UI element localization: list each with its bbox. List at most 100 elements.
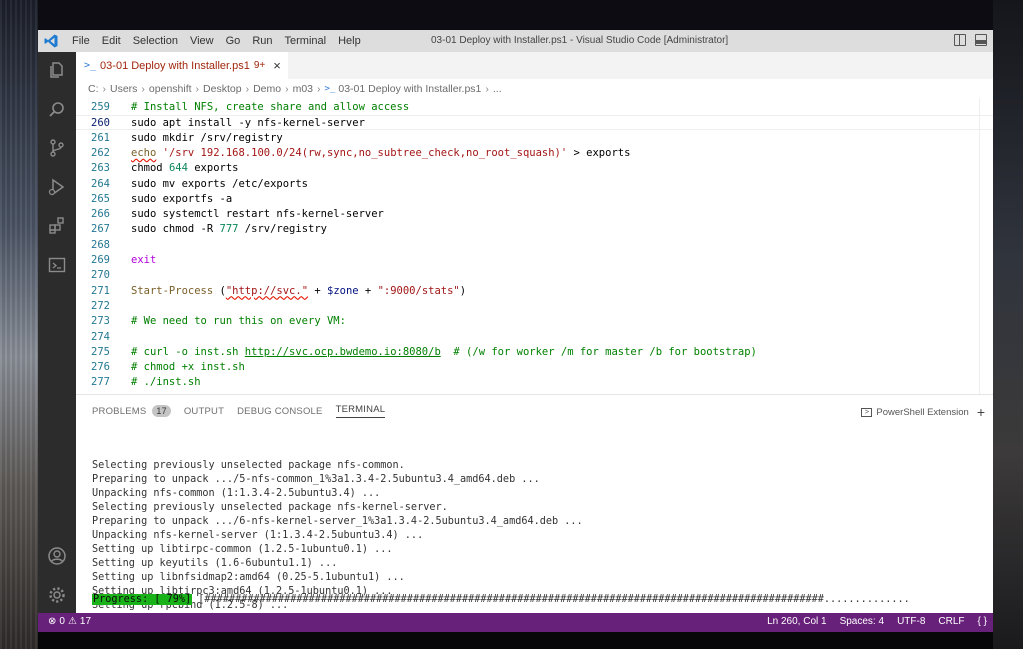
code-token: '/srv 192.168.100.0/24(rw,sync,no_subtre… <box>162 146 568 159</box>
menu-run[interactable]: Run <box>252 35 272 47</box>
line-number: 260 <box>91 117 110 130</box>
new-terminal-icon[interactable]: + <box>977 404 985 420</box>
tab-output[interactable]: OUTPUT <box>184 406 224 417</box>
progress-bar: [#######################################… <box>192 594 910 605</box>
code-line[interactable]: 268 <box>76 238 993 253</box>
code-line[interactable]: 267 sudo chmod -R 777 /srv/registry <box>76 222 993 237</box>
terminal-line: Selecting previously unselected package … <box>92 502 448 513</box>
breadcrumb-openshift[interactable]: openshift <box>149 83 192 95</box>
code-line[interactable]: 262 echo '/srv 192.168.100.0/24(rw,sync,n… <box>76 146 993 161</box>
toggle-panel-icon[interactable] <box>975 34 987 46</box>
code-token: http://svc.ocp.bwdemo.io:8080/b <box>244 345 441 358</box>
code-token: "http://svc." <box>225 284 309 297</box>
menu-terminal[interactable]: Terminal <box>285 35 327 47</box>
menu-edit[interactable]: Edit <box>102 35 121 47</box>
terminal-line: Selecting previously unselected package … <box>92 460 405 471</box>
line-ending[interactable]: CRLF <box>938 616 964 627</box>
code-text: # ./inst.sh <box>131 375 201 390</box>
code-token: /srv/registry <box>238 223 327 236</box>
code-token: exports <box>187 162 239 175</box>
status-right: Ln 260, Col 1 Spaces: 4 UTF-8 CRLF { } <box>767 616 987 627</box>
code-token: sudo exportfs -a <box>131 192 233 205</box>
code-line[interactable]: 269 exit <box>76 253 993 268</box>
indentation[interactable]: Spaces: 4 <box>840 616 884 627</box>
code-line[interactable]: 261 sudo mkdir /srv/registry <box>76 131 993 146</box>
vscode-logo-icon <box>43 33 59 49</box>
code-line[interactable]: 264 sudo mv exports /etc/exports <box>76 177 993 192</box>
window-title: 03-01 Deploy with Installer.ps1 - Visual… <box>431 35 729 46</box>
code-line[interactable]: 259 # Install NFS, create share and allow… <box>76 100 993 115</box>
terminal-line: Unpacking nfs-kernel-server (1:1.3.4-2.5… <box>92 530 424 541</box>
desktop-background-right <box>993 0 1023 649</box>
breadcrumb-desktop[interactable]: Desktop <box>203 83 242 95</box>
code-token: + <box>358 284 378 297</box>
code-token: Start-Process <box>131 284 214 297</box>
code-token: sudo systemctl restart nfs-kernel-server <box>131 208 384 221</box>
breadcrumb-m03[interactable]: m03 <box>293 83 313 95</box>
run-debug-icon[interactable] <box>47 177 67 197</box>
tab-problems[interactable]: PROBLEMS 17 <box>92 405 171 417</box>
code-line[interactable]: 272 <box>76 299 993 314</box>
powershell-file-icon: >_ <box>324 83 336 94</box>
code-text: sudo mv exports /etc/exports <box>131 177 308 192</box>
code-text: echo '/srv 192.168.100.0/24(rw,sync,no_s… <box>131 146 630 161</box>
explorer-icon[interactable] <box>47 60 67 80</box>
code-line[interactable]: 263 chmod 644 exports <box>76 161 993 176</box>
menu-go[interactable]: Go <box>226 35 241 47</box>
language-mode[interactable]: { } <box>978 616 987 627</box>
code-token: echo <box>131 146 157 159</box>
line-number: 265 <box>91 192 110 205</box>
extensions-icon[interactable] <box>47 216 67 236</box>
code-token: > exports <box>567 146 631 159</box>
tab-terminal[interactable]: TERMINAL <box>335 404 386 418</box>
code-line[interactable]: 260 sudo apt install -y nfs-kernel-server <box>76 115 993 131</box>
code-line[interactable]: 275 # curl -o inst.sh http://svc.ocp.bwde… <box>76 345 993 360</box>
tab-debug-console[interactable]: DEBUG CONSOLE <box>237 406 322 417</box>
menu-file[interactable]: File <box>72 35 90 47</box>
menu-view[interactable]: View <box>190 35 214 47</box>
terminal-output[interactable]: Selecting previously unselected package … <box>92 431 987 614</box>
code-line[interactable]: 276 # chmod +x inst.sh <box>76 360 993 375</box>
search-icon[interactable] <box>47 100 67 120</box>
terminal-view-icon[interactable] <box>47 255 67 275</box>
code-line[interactable]: 277 # ./inst.sh <box>76 375 993 390</box>
warning-count: 17 <box>79 616 92 627</box>
menu-selection[interactable]: Selection <box>133 35 178 47</box>
code-line[interactable]: 265 sudo exportfs -a <box>76 192 993 207</box>
breadcrumb-drive[interactable]: C: <box>88 83 99 95</box>
code-line[interactable]: 274 <box>76 330 993 345</box>
toggle-sidebar-icon[interactable] <box>954 34 966 46</box>
breadcrumb-symbols[interactable]: ... <box>493 83 502 95</box>
code-line[interactable]: 266 sudo systemctl restart nfs-kernel-ser… <box>76 207 993 222</box>
line-number: 271 <box>91 284 110 297</box>
breadcrumb-demo[interactable]: Demo <box>253 83 281 95</box>
editor-scrollbar[interactable] <box>979 98 993 394</box>
powershell-file-icon: >_ <box>84 60 97 71</box>
source-control-icon[interactable] <box>47 138 67 158</box>
settings-gear-icon[interactable] <box>47 585 67 605</box>
line-number: 264 <box>91 177 110 190</box>
account-icon[interactable] <box>47 546 67 566</box>
status-bar: ⊗ 0 ⚠ 17 Ln 260, Col 1 Spaces: 4 UTF-8 C… <box>38 613 993 632</box>
code-token: # Install NFS, create share and allow ac… <box>131 101 410 113</box>
code-token: sudo apt install -y nfs-kernel-server <box>131 117 365 130</box>
menu-help[interactable]: Help <box>338 35 361 47</box>
code-line[interactable]: 270 <box>76 268 993 283</box>
chevron-right-icon: › <box>102 82 107 95</box>
code-text: sudo exportfs -a <box>131 192 232 207</box>
code-editor[interactable]: 259 # Install NFS, create share and allow… <box>76 98 993 394</box>
chevron-right-icon: › <box>195 82 200 95</box>
terminal-line: Preparing to unpack .../5-nfs-common_1%3… <box>92 474 540 485</box>
tab-deploy-installer[interactable]: >_ 03-01 Deploy with Installer.ps1 9+ × <box>76 52 288 79</box>
cursor-position[interactable]: Ln 260, Col 1 <box>767 616 827 627</box>
encoding[interactable]: UTF-8 <box>897 616 925 627</box>
code-line[interactable]: 273 # We need to run this on every VM: <box>76 314 993 329</box>
vscode-window: File Edit Selection View Go Run Terminal… <box>38 30 993 632</box>
breadcrumb-file[interactable]: 03-01 Deploy with Installer.ps1 <box>338 83 481 95</box>
status-problems[interactable]: ⊗ 0 ⚠ 17 <box>48 616 91 627</box>
terminal-selector[interactable]: PowerShell Extension <box>876 407 968 418</box>
tab-close-icon[interactable]: × <box>273 58 281 73</box>
terminal-icon: > <box>861 407 873 417</box>
breadcrumb-users[interactable]: Users <box>110 83 137 95</box>
code-line[interactable]: 271 Start-Process ("http://svc." + $zone … <box>76 284 993 299</box>
